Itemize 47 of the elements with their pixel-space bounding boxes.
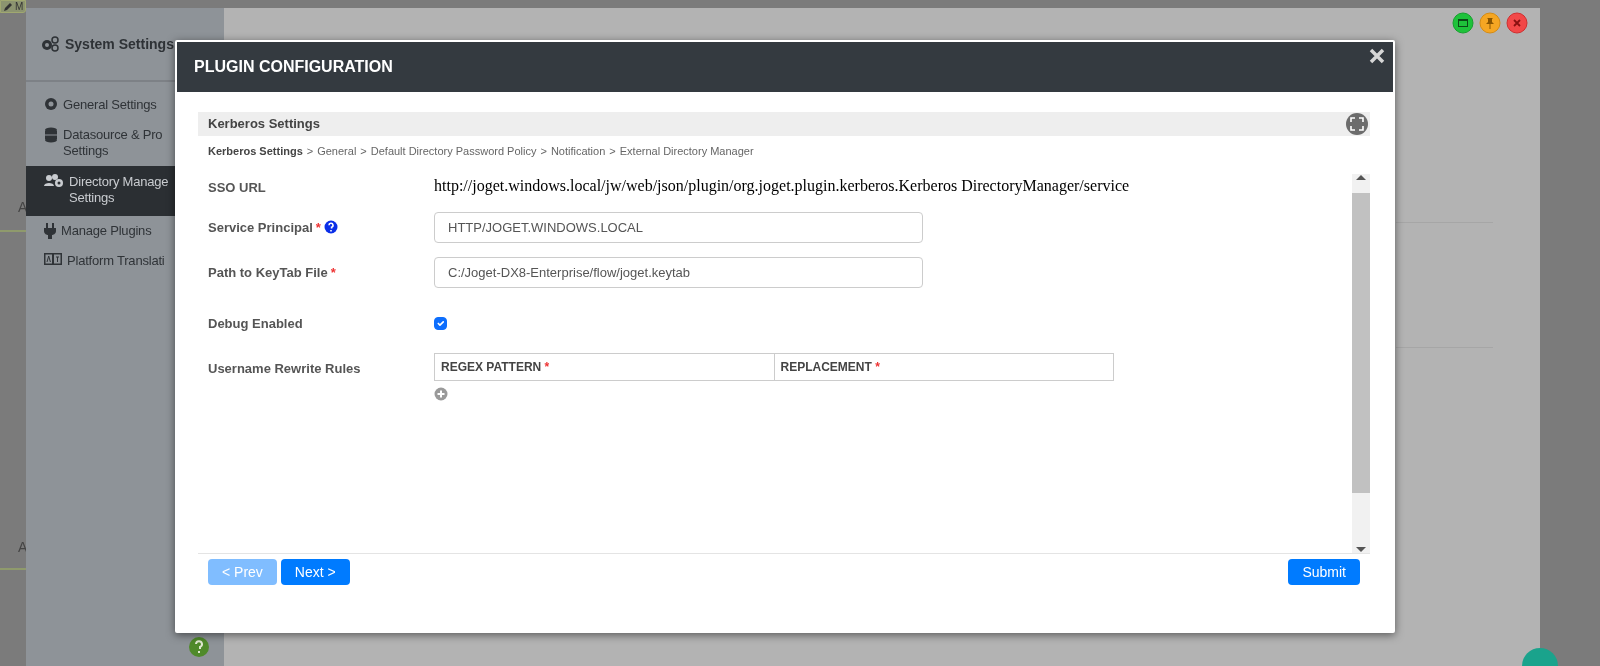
breadcrumb-item[interactable]: Notification: [550, 143, 606, 160]
close-button[interactable]: [1369, 48, 1385, 64]
edit-tag[interactable]: M: [0, 0, 26, 13]
pencil-icon: [3, 1, 13, 12]
field-label: Path to KeyTab File: [208, 263, 328, 282]
text-field[interactable]: HTTP/JOGET.WINDOWS.LOCAL: [434, 211, 923, 243]
breadcrumb-separator: >: [609, 144, 616, 159]
scrollbar-thumb[interactable]: [1352, 193, 1370, 493]
breadcrumb-item[interactable]: General: [317, 143, 357, 160]
breadcrumb-separator: >: [540, 144, 547, 159]
close-icon: [1369, 48, 1385, 64]
breadcrumb-separator: >: [360, 144, 367, 159]
close-icon[interactable]: [1506, 12, 1528, 34]
help-icon[interactable]: [188, 636, 210, 658]
column-header: REGEX PATTERN *: [434, 353, 774, 381]
scrollbar[interactable]: [1352, 173, 1370, 553]
breadcrumb-separator: >: [306, 144, 314, 159]
required-mark: *: [315, 218, 321, 237]
gear-icon: [44, 97, 58, 111]
field-label: Username Rewrite Rules: [208, 360, 361, 378]
tag-label: M: [15, 1, 24, 12]
column-header: REPLACEMENT *: [774, 353, 1114, 381]
checkbox[interactable]: [434, 316, 447, 330]
fullscreen-icon[interactable]: [1346, 113, 1368, 135]
field-label: Debug Enabled: [208, 314, 303, 333]
scroll-down-icon[interactable]: [1356, 544, 1366, 553]
translate-icon: [44, 253, 62, 265]
text-field[interactable]: C:/Joget-DX8-Enterprise/flow/joget.keytab: [434, 256, 923, 288]
pin-icon[interactable]: [1479, 12, 1501, 34]
breadcrumb-item[interactable]: External Directory Manager: [619, 143, 754, 160]
breadcrumb-item[interactable]: Kerberos Settings: [208, 143, 303, 160]
gears-icon: [41, 36, 59, 52]
help-icon[interactable]: [323, 220, 338, 235]
dialog-title: PLUGIN CONFIGURATION: [194, 57, 393, 77]
window-icon[interactable]: [1452, 12, 1474, 34]
field-label: Service Principal: [208, 218, 313, 237]
add-row-icon[interactable]: [434, 386, 448, 401]
sidebar-title: System Settings: [65, 34, 174, 54]
scroll-up-icon[interactable]: [1356, 173, 1366, 182]
users-gear-icon: [44, 174, 64, 188]
breadcrumb-item[interactable]: Default Directory Password Policy: [370, 143, 537, 160]
plug-icon: [44, 223, 56, 239]
required-mark: *: [330, 263, 336, 282]
submit-button[interactable]: Submit: [1288, 558, 1360, 585]
database-icon: [44, 127, 58, 143]
next-button[interactable]: Next >: [280, 558, 350, 585]
url-text: http://joget.windows.local/jw/web/json/plugin/org.joget.plugin.kerberos.Kerberos DirectoryManager/service: [434, 175, 1130, 197]
